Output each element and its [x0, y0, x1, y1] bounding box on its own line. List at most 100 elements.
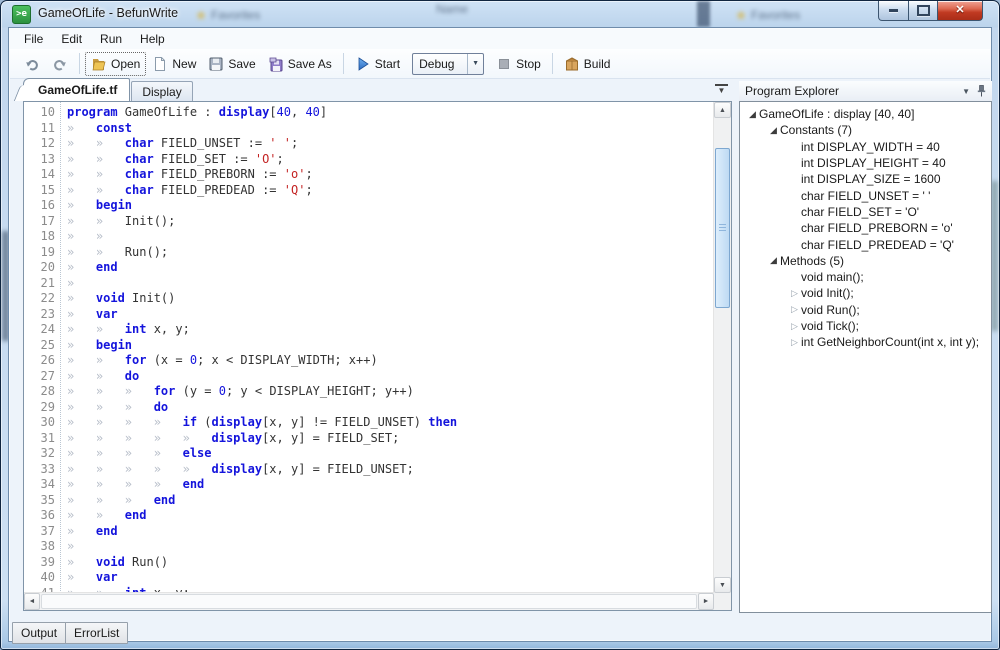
code-line[interactable]: » var [67, 570, 714, 586]
line-number: 32 [24, 446, 60, 462]
tree-item[interactable]: int DISPLAY_SIZE = 1600 [740, 171, 991, 187]
stop-label: Stop [516, 57, 541, 71]
code-line[interactable]: program GameOfLife : display[40, 40] [67, 105, 714, 121]
titlebar[interactable]: >e GameOfLife - BefunWrite ✕ [0, 0, 1000, 27]
start-button[interactable]: Start [349, 52, 406, 76]
tree-expander-icon[interactable]: ▷ [788, 304, 801, 315]
code-line[interactable]: » » » do [67, 400, 714, 416]
tab-gameoflife[interactable]: GameOfLife.tf [23, 78, 130, 101]
tree-item[interactable]: char FIELD_PREBORN = 'o' [740, 220, 991, 236]
tree-item[interactable]: void main(); [740, 269, 991, 285]
save-button[interactable]: Save [202, 52, 261, 76]
tree-expander-icon[interactable]: ◢ [746, 109, 759, 120]
code-lines[interactable]: program GameOfLife : display[40, 40]» co… [61, 102, 714, 593]
close-button[interactable]: ✕ [937, 1, 983, 21]
tree-item[interactable]: char FIELD_UNSET = ' ' [740, 187, 991, 203]
line-number: 12 [24, 136, 60, 152]
line-number: 10 [24, 105, 60, 121]
tree-expander-icon[interactable]: ▷ [788, 337, 801, 348]
tree-item[interactable]: int DISPLAY_WIDTH = 40 [740, 139, 991, 155]
build-box-icon [564, 56, 580, 72]
tab-errorlist[interactable]: ErrorList [65, 622, 128, 644]
code-line[interactable]: » » » » else [67, 446, 714, 462]
tree-item[interactable]: ▷void Run(); [740, 302, 991, 318]
tree-item[interactable]: ▷void Init(); [740, 285, 991, 301]
tree-item[interactable]: ◢Methods (5) [740, 253, 991, 269]
tree-item[interactable]: ▷int GetNeighborCount(int x, int y); [740, 334, 991, 350]
code-line[interactable]: » » char FIELD_UNSET := ' '; [67, 136, 714, 152]
line-number: 35 [24, 493, 60, 509]
tree-item-label: int DISPLAY_SIZE = 1600 [801, 172, 941, 186]
menu-run[interactable]: Run [91, 30, 131, 48]
tree-item[interactable]: char FIELD_PREDEAD = 'Q' [740, 236, 991, 252]
tree-item[interactable]: ◢Constants (7) [740, 122, 991, 138]
vertical-scroll-thumb[interactable] [715, 148, 730, 308]
stop-button[interactable]: Stop [490, 52, 547, 76]
tree-expander-icon[interactable]: ◢ [767, 125, 780, 136]
code-line[interactable]: » begin [67, 198, 714, 214]
open-button[interactable]: Open [85, 52, 146, 76]
code-line[interactable]: » const [67, 121, 714, 137]
maximize-button[interactable] [908, 1, 938, 21]
code-line[interactable]: » » int x, y; [67, 322, 714, 338]
tree-item[interactable]: char FIELD_SET = 'O' [740, 204, 991, 220]
tree-expander-icon[interactable]: ▷ [788, 321, 801, 332]
code-line[interactable]: » » » for (y = 0; y < DISPLAY_HEIGHT; y+… [67, 384, 714, 400]
code-line[interactable]: » » for (x = 0; x < DISPLAY_WIDTH; x++) [67, 353, 714, 369]
scroll-down-icon[interactable]: ▼ [714, 577, 731, 593]
line-number: 24 [24, 322, 60, 338]
scroll-right-icon[interactable]: ► [698, 593, 714, 610]
panel-menu-icon[interactable]: ▼ [962, 87, 970, 96]
scroll-up-icon[interactable]: ▲ [714, 102, 731, 118]
tree-item[interactable]: ◢GameOfLife : display [40, 40] [740, 106, 991, 122]
code-line[interactable]: » void Init() [67, 291, 714, 307]
menu-help[interactable]: Help [131, 30, 174, 48]
pin-icon[interactable] [977, 85, 986, 97]
menu-edit[interactable]: Edit [52, 30, 91, 48]
editor-viewport[interactable]: 1011121314151617181920212223242526272829… [24, 102, 714, 593]
tree-item-label: char FIELD_PREDEAD = 'Q' [801, 238, 954, 252]
horizontal-scrollbar[interactable]: ◄ ► [24, 592, 714, 610]
tab-display[interactable]: Display [131, 81, 192, 101]
code-line[interactable]: » » » end [67, 493, 714, 509]
code-line[interactable]: » [67, 276, 714, 292]
code-line[interactable]: » » [67, 229, 714, 245]
vertical-scrollbar[interactable]: ▲ ▼ [713, 102, 731, 593]
tab-output[interactable]: Output [12, 622, 66, 644]
undo-button[interactable] [18, 52, 46, 76]
start-play-icon [355, 56, 371, 72]
code-line[interactable]: » » char FIELD_PREDEAD := 'Q'; [67, 183, 714, 199]
tree-item[interactable]: ▷void Tick(); [740, 318, 991, 334]
code-line[interactable]: » » do [67, 369, 714, 385]
code-line[interactable]: » begin [67, 338, 714, 354]
tab-list-dropdown-icon[interactable]: ▼ [715, 84, 728, 95]
run-mode-select[interactable]: Debug ▼ [412, 53, 484, 75]
code-line[interactable]: » » » » » display[x, y] = FIELD_SET; [67, 431, 714, 447]
code-line[interactable]: » end [67, 260, 714, 276]
tree-expander-icon[interactable]: ◢ [767, 255, 780, 266]
code-line[interactable]: » end [67, 524, 714, 540]
code-line[interactable]: » void Run() [67, 555, 714, 571]
menu-file[interactable]: File [15, 30, 52, 48]
scroll-left-icon[interactable]: ◄ [24, 593, 40, 610]
code-line[interactable]: » » char FIELD_PREBORN := 'o'; [67, 167, 714, 183]
minimize-button[interactable] [878, 1, 909, 21]
code-line[interactable]: » » end [67, 508, 714, 524]
code-line[interactable]: » » » » » display[x, y] = FIELD_UNSET; [67, 462, 714, 478]
code-line[interactable]: » » char FIELD_SET := 'O'; [67, 152, 714, 168]
tree-expander-icon[interactable]: ▷ [788, 288, 801, 299]
code-line[interactable]: » » Init(); [67, 214, 714, 230]
new-file-icon [152, 56, 168, 72]
line-number: 34 [24, 477, 60, 493]
code-line[interactable]: » [67, 539, 714, 555]
code-line[interactable]: » » » » end [67, 477, 714, 493]
redo-button[interactable] [46, 52, 74, 76]
code-line[interactable]: » » Run(); [67, 245, 714, 261]
horizontal-scroll-thumb[interactable] [41, 594, 697, 609]
save-as-button[interactable]: Save As [262, 52, 338, 76]
new-button[interactable]: New [146, 52, 202, 76]
code-line[interactable]: » » » » if (display[x, y] != FIELD_UNSET… [67, 415, 714, 431]
tree-item[interactable]: int DISPLAY_HEIGHT = 40 [740, 155, 991, 171]
build-button[interactable]: Build [558, 52, 617, 76]
code-line[interactable]: » var [67, 307, 714, 323]
